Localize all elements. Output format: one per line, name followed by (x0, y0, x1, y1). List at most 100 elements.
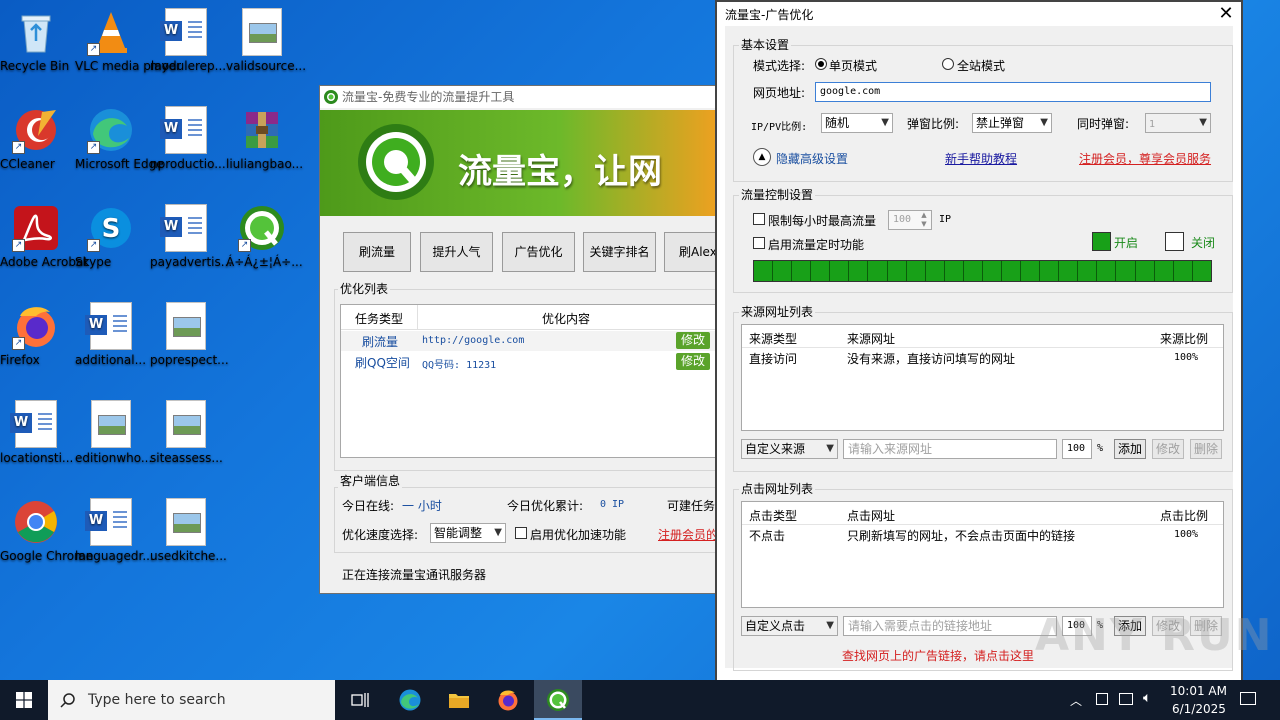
desktop-icon-adobe-acrobat[interactable]: ↗ Adobe Acrobat (0, 204, 88, 269)
hour-block[interactable] (849, 261, 869, 281)
taskbar-edge[interactable] (390, 680, 430, 720)
hour-block[interactable] (983, 261, 1003, 281)
table-row[interactable]: 不点击 只刷新填写的网址，不会点击页面中的链接 100% (742, 526, 1223, 544)
hour-block[interactable] (1021, 261, 1041, 281)
ippv-select[interactable]: 随机 ▼ (821, 113, 893, 133)
source-url-input[interactable]: 请输入来源网址 (843, 439, 1057, 459)
desktop-icon-liuliangbao-shortcut[interactable]: ↗ Á÷Á¿±¦Á÷... (226, 204, 303, 269)
chevron-up-icon[interactable]: ︿ (1070, 692, 1082, 709)
source-type-select[interactable]: 自定义来源 ▼ (741, 439, 838, 459)
desktop-icon-skype[interactable]: S ↗ Skype (75, 204, 147, 269)
speed-select[interactable]: 智能调整 ▼ (430, 523, 506, 543)
hour-block[interactable] (830, 261, 850, 281)
desktop-icon-poprespect[interactable]: poprespect... (150, 302, 229, 367)
desktop-icon-additional[interactable]: W additional... (75, 302, 147, 367)
network-icon[interactable] (1119, 693, 1133, 705)
desktop-icon-firefox[interactable]: ↗ Firefox (0, 302, 72, 367)
hour-block[interactable] (926, 261, 945, 281)
accel-checkbox[interactable] (515, 527, 527, 539)
url-input[interactable]: google.com (815, 82, 1211, 102)
desktop-icon-ccleaner[interactable]: ↗ CCleaner (0, 106, 72, 171)
off-indicator[interactable] (1165, 232, 1184, 251)
stepper-icon[interactable]: ▲ ▼ (917, 211, 931, 229)
desktop-icon-recycle-bin[interactable]: Recycle Bin (0, 8, 72, 73)
desktop-icon-google-chrome[interactable]: Google Chrome (0, 498, 93, 563)
hour-block[interactable] (1155, 261, 1174, 281)
on-indicator[interactable] (1092, 232, 1111, 251)
row-edit-button[interactable]: 修改 (676, 353, 710, 370)
task-view-button[interactable] (340, 680, 380, 720)
taskbar-search-box[interactable]: Type here to search (48, 680, 335, 720)
hour-block[interactable] (1002, 261, 1022, 281)
hour-block[interactable] (964, 261, 983, 281)
source-delete-button[interactable]: 删除 (1190, 439, 1222, 459)
click-type-select[interactable]: 自定义点击 ▼ (741, 616, 838, 636)
source-edit-button[interactable]: 修改 (1152, 439, 1184, 459)
hour-block[interactable] (773, 261, 793, 281)
source-table[interactable]: 来源类型 来源网址 来源比例 直接访问 没有来源，直接访问填写的网址 100% (741, 324, 1224, 431)
desktop-icon-vlc[interactable]: ↗ VLC media player (75, 8, 181, 73)
desktop-icon-languagedr[interactable]: W languagedr... (75, 498, 154, 563)
desktop-icon-nproductio[interactable]: W nproductio... (150, 106, 226, 171)
optimization-table[interactable]: 任务类型 优化内容 刷流量 http://google.com 修改 刷QQ空间… (340, 304, 724, 458)
desktop-icon-usedkitche[interactable]: usedkitche... (150, 498, 227, 563)
start-button[interactable] (0, 680, 48, 720)
hour-block[interactable] (907, 261, 926, 281)
hour-block[interactable] (1174, 261, 1193, 281)
table-row[interactable]: 直接访问 没有来源，直接访问填写的网址 100% (742, 349, 1223, 367)
close-icon[interactable]: ✕ (1213, 2, 1239, 26)
row-edit-button[interactable]: 修改 (676, 332, 710, 349)
main-window-titlebar[interactable]: 流量宝-免费专业的流量提升工具 (320, 86, 720, 108)
hourly-schedule-bar[interactable] (753, 260, 1212, 282)
hour-block[interactable] (1059, 261, 1079, 281)
nav-button-popularity[interactable]: 提升人气 (420, 232, 493, 272)
hour-block[interactable] (754, 261, 774, 281)
clock-date[interactable]: 6/1/2025 (1172, 702, 1226, 716)
hour-block[interactable] (792, 261, 812, 281)
vip-link[interactable]: 注册会员，尊享会员服务 (1079, 150, 1211, 167)
desktop-icon-locationsti[interactable]: W locationsti... (0, 400, 73, 465)
limit-hourly-checkbox[interactable] (753, 213, 765, 225)
help-tutorial-link[interactable]: 新手帮助教程 (945, 150, 1017, 167)
device-icon[interactable] (1096, 693, 1108, 705)
hour-block[interactable] (1040, 261, 1060, 281)
desktop-icon-edge[interactable]: ↗ Microsoft Edge (75, 106, 164, 171)
desktop-icon-validsource[interactable]: validsource... (226, 8, 306, 73)
hide-advanced-link[interactable]: 隐藏高级设置 (776, 150, 848, 167)
source-add-button[interactable]: 添加 (1114, 439, 1146, 459)
taskbar-firefox[interactable] (488, 680, 528, 720)
source-ratio-input[interactable]: 100 (1062, 439, 1092, 459)
taskbar-liuliangbao[interactable] (534, 680, 582, 720)
table-row[interactable]: 刷流量 http://google.com 修改 (341, 331, 723, 351)
simul-select[interactable]: 1 ▼ (1145, 113, 1211, 133)
hour-block[interactable] (888, 261, 907, 281)
popup-select[interactable]: 禁止弹窗 ▼ (972, 113, 1052, 133)
find-ad-links-link[interactable]: 查找网页上的广告链接，请点击这里 (842, 647, 1034, 664)
nav-button-keyword-rank[interactable]: 关键字排名 (583, 232, 656, 272)
hour-block[interactable] (811, 261, 831, 281)
nav-button-traffic[interactable]: 刷流量 (343, 232, 411, 272)
desktop-icon-liuliangbao[interactable]: liuliangbao... (226, 106, 303, 171)
hour-block[interactable] (868, 261, 888, 281)
hour-block[interactable] (1136, 261, 1155, 281)
hour-block[interactable] (1097, 261, 1117, 281)
desktop-icon-payadvertis[interactable]: W payadvertis... (150, 204, 232, 269)
desktop-icon-modulerep[interactable]: W modulerep... (150, 8, 226, 73)
desktop-icon-siteassess[interactable]: siteassess... (150, 400, 223, 465)
taskbar-file-explorer[interactable] (439, 680, 479, 720)
desktop-icon-editionwho[interactable]: editionwho... (75, 400, 152, 465)
mode-all-radio[interactable] (942, 58, 954, 70)
clock-time[interactable]: 10:01 AM (1170, 684, 1227, 698)
nav-button-ad-optimize[interactable]: 广告优化 (502, 232, 575, 272)
dialog-titlebar[interactable]: 流量宝-广告优化 ✕ (717, 2, 1241, 26)
click-table[interactable]: 点击类型 点击网址 点击比例 不点击 只刷新填写的网址，不会点击页面中的链接 1… (741, 501, 1224, 608)
notification-icon[interactable] (1240, 692, 1256, 705)
mode-single-radio[interactable] (815, 58, 827, 70)
hour-block[interactable] (1116, 261, 1136, 281)
hour-block[interactable] (1078, 261, 1098, 281)
click-url-input[interactable]: 请输入需要点击的链接地址 (843, 616, 1057, 636)
hour-block[interactable] (1193, 261, 1211, 281)
volume-icon[interactable]: 🔈︎ (1143, 690, 1151, 706)
timer-checkbox[interactable] (753, 237, 765, 249)
hour-block[interactable] (945, 261, 964, 281)
